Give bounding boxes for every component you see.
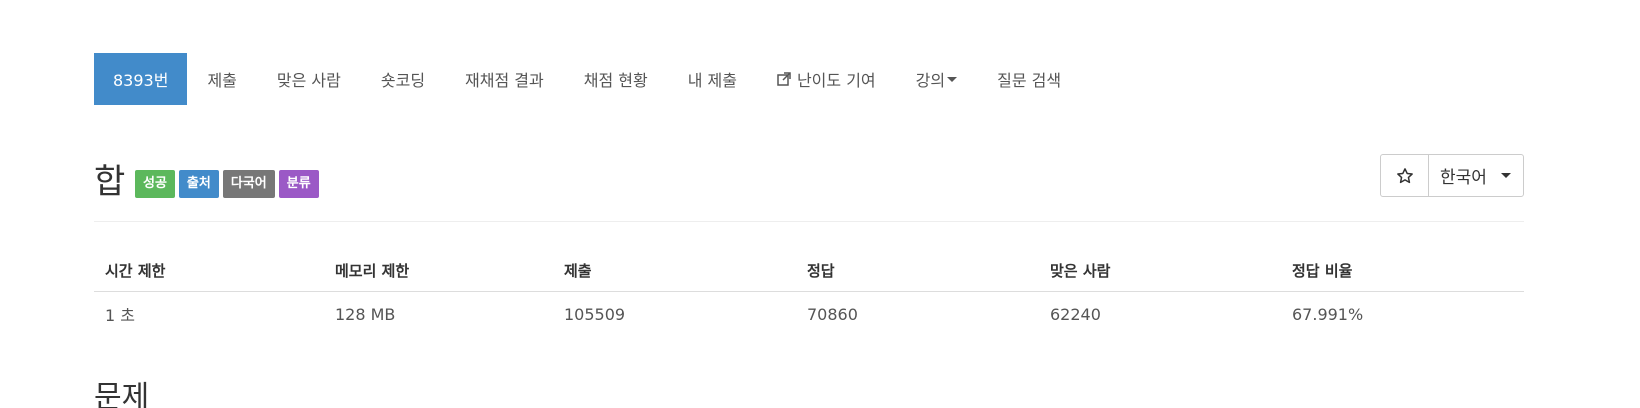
table-row: 1 초 128 MB 105509 70860 62240 67.991% (94, 291, 1524, 337)
nav-item-rejudge[interactable]: 재채점 결과 (445, 53, 564, 105)
accept-ratio-value: 67.991% (1292, 304, 1364, 324)
header-accepted: 정답 (796, 250, 1039, 292)
header-time-limit: 시간 제한 (94, 250, 324, 292)
submissions-value: 105509 (564, 304, 626, 324)
nav-item-label: 난이도 기여 (796, 71, 876, 90)
nav-item-my-submissions[interactable]: 내 제출 (668, 53, 757, 105)
accepted-users-value: 62240 (1050, 304, 1101, 324)
nav-item-label: 질문 검색 (997, 71, 1062, 90)
problem-page: 8393번 제출 맞은 사람 숏코딩 재채점 결과 채점 현황 내 제출 난이도… (94, 0, 1524, 408)
problem-labels: 성공 출처 다국어 분류 (135, 170, 319, 198)
header-accept-ratio: 정답 비율 (1281, 250, 1524, 292)
nav-item-question-search[interactable]: 질문 검색 (977, 53, 1081, 105)
label-category[interactable]: 분류 (278, 170, 319, 198)
language-label: 한국어 (1440, 168, 1487, 188)
nav-item-label: 강의 (915, 71, 946, 90)
label-source[interactable]: 출처 (178, 170, 219, 198)
problem-nav: 8393번 제출 맞은 사람 숏코딩 재채점 결과 채점 현황 내 제출 난이도… (94, 53, 1081, 105)
header-memory-limit: 메모리 제한 (324, 250, 553, 292)
nav-item-lectures[interactable]: 강의 (896, 53, 977, 105)
caret-down-icon (1501, 173, 1511, 178)
star-outline-icon (1396, 167, 1413, 183)
label-multilingual[interactable]: 다국어 (222, 170, 275, 198)
problem-actions: 한국어 (1380, 154, 1524, 197)
nav-item-problem[interactable]: 8393번 (94, 53, 188, 105)
header-submissions: 제출 (553, 250, 796, 292)
caret-down-icon (947, 76, 958, 82)
nav-item-label: 맞은 사람 (276, 71, 341, 90)
page-title: 합 (94, 162, 126, 202)
nav-item-difficulty[interactable]: 난이도 기여 (757, 53, 896, 105)
nav-item-label: 재채점 결과 (465, 71, 544, 90)
memory-limit-value: 128 MB (335, 304, 396, 324)
nav-item-accepted[interactable]: 맞은 사람 (257, 53, 361, 105)
nav-item-submit[interactable]: 제출 (187, 53, 256, 105)
label-success[interactable]: 성공 (135, 170, 175, 198)
nav-item-short-coding[interactable]: 숏코딩 (361, 53, 445, 105)
nav-item-label: 숏코딩 (380, 71, 426, 90)
external-link-icon (777, 72, 791, 86)
nav-item-status[interactable]: 채점 현황 (564, 53, 668, 105)
favorite-button[interactable] (1381, 155, 1429, 196)
header-accepted-users: 맞은 사람 (1039, 250, 1281, 292)
table-header-row: 시간 제한 메모리 제한 제출 정답 맞은 사람 정답 비율 (94, 250, 1524, 292)
nav-item-label: 내 제출 (687, 71, 737, 90)
section-title-problem: 문제 (94, 380, 150, 408)
nav-item-label: 8393번 (113, 71, 169, 90)
nav-item-label: 제출 (207, 71, 237, 90)
accepted-value: 70860 (807, 304, 858, 324)
time-limit-value: 1 초 (105, 306, 135, 326)
language-select[interactable]: 한국어 (1429, 155, 1523, 196)
problem-info-table: 시간 제한 메모리 제한 제출 정답 맞은 사람 정답 비율 1 초 128 M… (94, 250, 1524, 337)
nav-item-label: 채점 현황 (583, 71, 648, 90)
problem-header: 합 성공 출처 다국어 분류 한국어 (94, 150, 1524, 222)
